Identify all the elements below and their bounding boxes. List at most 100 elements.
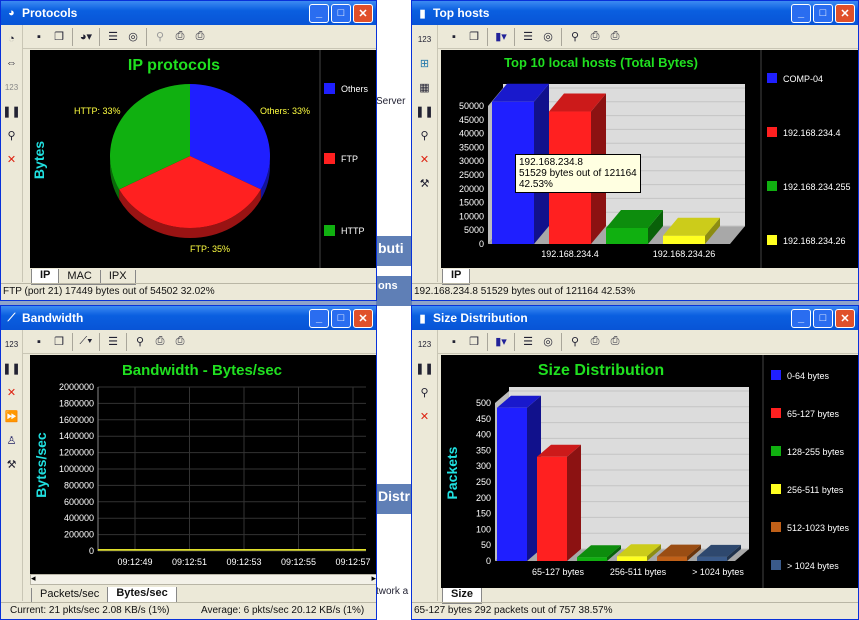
chart-type-icon[interactable]: ▮▾ xyxy=(493,29,509,45)
numbers-icon[interactable]: 123 xyxy=(417,31,433,47)
side-toolbar: 123 ⊞ ▦ ❚❚ ⚲ ✕ ⚒ xyxy=(412,25,438,282)
divider xyxy=(561,332,562,351)
tab-bytes-per-sec[interactable]: Bytes/sec xyxy=(107,587,177,603)
scroll-left-icon[interactable]: ◂ xyxy=(31,573,36,584)
y-tick-label: 1000000 xyxy=(59,464,94,474)
pause-icon[interactable]: ❚❚ xyxy=(415,103,433,119)
fast-forward-icon[interactable]: ⏩ xyxy=(4,408,20,424)
binoculars-icon[interactable]: ⚲ xyxy=(417,384,433,400)
bar--1024-bytes[interactable] xyxy=(697,556,727,561)
copy-icon[interactable]: ❐ xyxy=(466,29,482,45)
chart-type-icon[interactable]: ⟋▾ xyxy=(78,334,94,350)
list-icon[interactable]: ☰ xyxy=(520,29,536,45)
delete-icon[interactable]: ✕ xyxy=(417,151,433,167)
print-icon[interactable]: ⎙ xyxy=(192,29,208,45)
title-bar[interactable]: ▮ Size Distribution _ □ ✕ xyxy=(412,306,858,330)
close-button[interactable]: ✕ xyxy=(835,3,855,23)
print-preview-icon[interactable]: ⎙ xyxy=(152,334,168,350)
network-icon[interactable]: ⊞ xyxy=(417,55,433,71)
delete-icon[interactable]: ✕ xyxy=(4,151,20,167)
tab-packets-per-sec[interactable]: Packets/sec xyxy=(31,588,109,603)
divider xyxy=(72,27,73,46)
y-tick-label: 500 xyxy=(476,398,491,408)
print-icon[interactable]: ⎙ xyxy=(172,334,188,350)
zoom-icon[interactable]: ⚲ xyxy=(152,29,168,45)
bar-65-127-bytes-side xyxy=(567,444,581,561)
scroll-right-icon[interactable]: ▸ xyxy=(371,573,376,584)
close-button[interactable]: ✕ xyxy=(353,3,373,23)
bar-128-255-bytes[interactable] xyxy=(577,557,607,561)
horizontal-scrollbar[interactable]: ◂ ▸ xyxy=(30,573,376,585)
list-icon[interactable]: ☰ xyxy=(105,29,121,45)
delete-icon[interactable]: ✕ xyxy=(417,408,433,424)
line-chart-icon: ⟋ xyxy=(7,311,16,324)
person-icon[interactable]: ♙ xyxy=(4,432,20,448)
close-button[interactable]: ✕ xyxy=(835,308,855,328)
zoom-icon[interactable]: ⚲ xyxy=(132,334,148,350)
minimize-button[interactable]: _ xyxy=(791,308,811,328)
bar-65-127-bytes[interactable] xyxy=(537,456,567,561)
x-tick-label: 256-511 bytes xyxy=(610,567,667,577)
chart-type-icon[interactable]: ▮▾ xyxy=(493,334,509,350)
save-icon[interactable]: ▪ xyxy=(31,29,47,45)
maximize-button[interactable]: □ xyxy=(331,308,351,328)
bar-512-1023-bytes[interactable] xyxy=(657,556,687,561)
hosts-icon[interactable]: ▦ xyxy=(417,79,433,95)
minimize-button[interactable]: _ xyxy=(309,308,329,328)
protocol-icon[interactable]: ◔ xyxy=(4,31,20,47)
print-preview-icon[interactable]: ⎙ xyxy=(587,334,603,350)
copy-icon[interactable]: ❐ xyxy=(51,334,67,350)
title-bar[interactable]: ▮ Top hosts _ □ ✕ xyxy=(412,1,858,25)
resize-icon[interactable]: ⇔ xyxy=(4,55,20,71)
save-icon[interactable]: ▪ xyxy=(31,334,47,350)
print-icon[interactable]: ⎙ xyxy=(607,29,623,45)
close-button[interactable]: ✕ xyxy=(353,308,373,328)
bar-0-64-bytes[interactable] xyxy=(497,407,527,561)
bandwidth-chart: Bandwidth - Bytes/sec Bytes/sec 20000001… xyxy=(33,362,371,567)
list-icon[interactable]: ☰ xyxy=(520,334,536,350)
bar-192.168.234.255[interactable] xyxy=(606,227,648,244)
minimize-button[interactable]: _ xyxy=(791,3,811,23)
print-icon[interactable]: ⎙ xyxy=(607,334,623,350)
numbers-icon[interactable]: 123 xyxy=(4,336,20,352)
tools-icon[interactable]: ⚒ xyxy=(417,175,433,191)
pause-icon[interactable]: ❚❚ xyxy=(2,103,20,119)
pause-icon[interactable]: ❚❚ xyxy=(415,360,433,376)
zoom-icon[interactable]: ⚲ xyxy=(567,334,583,350)
maximize-button[interactable]: □ xyxy=(331,3,351,23)
binoculars-icon[interactable]: ◎ xyxy=(540,29,556,45)
tools-icon[interactable]: ⚒ xyxy=(4,456,20,472)
tooltip-line: 51529 bytes out of 121164 xyxy=(519,168,637,179)
binoculars-icon[interactable]: ◎ xyxy=(540,334,556,350)
y-tick-label: 50 xyxy=(481,540,491,550)
maximize-button[interactable]: □ xyxy=(813,308,833,328)
title-bar[interactable]: ⟋ Bandwidth _ □ ✕ xyxy=(1,306,376,330)
binoculars-icon[interactable]: ◎ xyxy=(125,29,141,45)
bandwidth-window: ⟋ Bandwidth _ □ ✕ 123 ❚❚ ✕ ⏩ ♙ ⚒ ▪ ❐ ⟋▾ … xyxy=(0,305,377,620)
tab-strip: Packets/sec Bytes/sec xyxy=(31,587,177,603)
save-icon[interactable]: ▪ xyxy=(446,334,462,350)
numbers-icon[interactable]: 123 xyxy=(417,336,433,352)
y-tick-label: 1800000 xyxy=(59,398,94,408)
zoom-icon[interactable]: ⚲ xyxy=(567,29,583,45)
title-bar[interactable]: ◕ Protocols _ □ ✕ xyxy=(1,1,376,25)
copy-icon[interactable]: ❐ xyxy=(51,29,67,45)
maximize-button[interactable]: □ xyxy=(813,3,833,23)
numbers-icon[interactable]: 123 xyxy=(4,79,20,95)
background-banner: ons xyxy=(376,276,412,306)
save-icon[interactable]: ▪ xyxy=(446,29,462,45)
binoculars-icon[interactable]: ⚲ xyxy=(417,127,433,143)
list-icon[interactable]: ☰ xyxy=(105,334,121,350)
minimize-button[interactable]: _ xyxy=(309,3,329,23)
legend-item: 192.168.234.26 xyxy=(783,236,846,246)
pause-icon[interactable]: ❚❚ xyxy=(2,360,20,376)
copy-icon[interactable]: ❐ xyxy=(466,334,482,350)
print-preview-icon[interactable]: ⎙ xyxy=(587,29,603,45)
print-preview-icon[interactable]: ⎙ xyxy=(172,29,188,45)
bar-256-511-bytes[interactable] xyxy=(617,556,647,561)
binoculars-icon[interactable]: ⚲ xyxy=(4,127,20,143)
delete-icon[interactable]: ✕ xyxy=(4,384,20,400)
bar-192.168.234.26[interactable] xyxy=(663,235,705,244)
y-axis-label: Bytes xyxy=(31,141,47,179)
chart-type-icon[interactable]: ◕▾ xyxy=(78,29,94,45)
